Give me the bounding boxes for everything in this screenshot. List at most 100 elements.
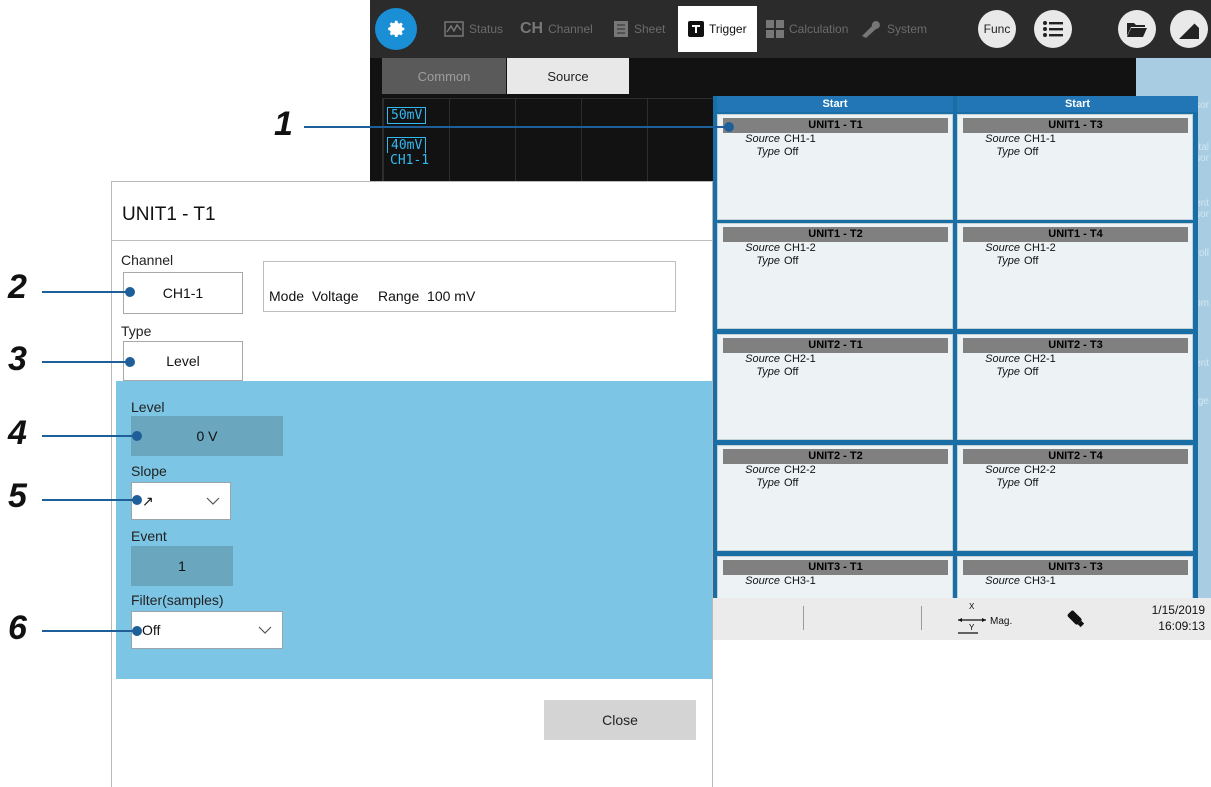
tab-system[interactable]: System	[860, 6, 927, 52]
filter-value: Off	[142, 622, 161, 638]
callout-number-5: 5	[8, 477, 27, 515]
cell-title: UNIT2 - T4	[963, 449, 1188, 464]
source-key: Source	[745, 575, 780, 587]
source-value: CH1-1	[784, 133, 816, 145]
slope-value: ↗	[142, 492, 154, 509]
waveform-area: 50mV 40mV CH1-1	[382, 98, 722, 183]
settings-button[interactable]	[375, 8, 417, 50]
type-key: Type	[996, 146, 1020, 158]
level-settings-panel: Level 0 V Slope ↗ Event 1 Filter(samples…	[116, 381, 712, 679]
source-key: Source	[985, 133, 1020, 145]
source-value: CH1-2	[784, 242, 816, 254]
source-key: Source	[985, 242, 1020, 254]
type-value: Off	[1024, 146, 1039, 158]
callout-line-4	[42, 435, 138, 437]
source-value: CH2-1	[784, 353, 816, 365]
status-bar: X Y Mag. 1/15/2019 16:09:13	[713, 598, 1211, 640]
trigger-cell[interactable]: UNIT3 - T1 Source CH3-1	[717, 556, 953, 598]
fullscreen-button[interactable]	[1170, 10, 1208, 48]
subtab-source[interactable]: Source	[507, 58, 629, 94]
tab-channel-label: Channel	[548, 22, 593, 36]
tab-calculation-label: Calculation	[789, 22, 849, 36]
tab-sheet-label: Sheet	[634, 22, 666, 36]
tab-system-label: System	[887, 22, 928, 36]
type-key: Type	[756, 146, 780, 158]
scale-label-top: 50mV	[387, 107, 427, 124]
event-value-field[interactable]: 1	[131, 546, 233, 586]
list-menu-button[interactable]	[1034, 10, 1072, 48]
source-value: CH1-1	[1024, 133, 1056, 145]
expand-icon	[1179, 19, 1199, 39]
close-button[interactable]: Close	[544, 700, 696, 740]
dialog-title: UNIT1 - T1	[122, 204, 216, 225]
cell-title: UNIT1 - T4	[963, 227, 1188, 242]
callout-dot-4	[132, 431, 142, 441]
trigger-cell[interactable]: UNIT2 - T1 Source CH2-1 Type Off	[717, 334, 953, 440]
status-date: 1/15/2019	[1151, 603, 1205, 617]
slope-label: Slope	[131, 463, 167, 479]
type-key: Type	[996, 366, 1020, 378]
tab-status-label: Status	[469, 22, 504, 36]
column-header-start-right: Start	[957, 96, 1198, 112]
func-button[interactable]: Func	[978, 10, 1016, 48]
range-value: 100 mV	[427, 288, 476, 304]
chevron-down-icon	[258, 626, 272, 634]
trigger-cell[interactable]: UNIT1 - T4 Source CH1-2 Type Off	[957, 223, 1193, 329]
callout-line-6	[42, 630, 138, 632]
type-value: Off	[784, 366, 799, 378]
source-key: Source	[745, 133, 780, 145]
callout-number-4: 4	[8, 414, 27, 452]
mag-x-label: X	[969, 602, 975, 611]
tab-status[interactable]: Status	[444, 6, 503, 52]
cell-title: UNIT3 - T1	[723, 560, 948, 575]
source-value: CH3-1	[1024, 575, 1056, 587]
trigger-cell[interactable]: UNIT1 - T1 Source CH1-1 Type Off	[717, 114, 953, 220]
trigger-cell[interactable]: UNIT2 - T4 Source CH2-2 Type Off	[957, 445, 1193, 551]
source-value: CH2-2	[1024, 464, 1056, 476]
mode-value: Voltage	[311, 288, 359, 304]
magnification-indicator[interactable]: X Y Mag.	[956, 602, 1026, 634]
channel-button[interactable]: CH1-1	[123, 272, 243, 314]
source-key: Source	[745, 353, 780, 365]
mag-label: Mag.	[990, 616, 1013, 627]
trigger-cell[interactable]: UNIT3 - T3 Source CH3-1	[957, 556, 1193, 598]
source-value: CH2-2	[784, 464, 816, 476]
subtab-common[interactable]: Common	[382, 58, 506, 94]
source-value: CH2-1	[1024, 353, 1056, 365]
trigger-source-grid: Start Start UNIT1 - T1 Source CH1-1 Type O…	[713, 96, 1198, 598]
tab-calculation[interactable]: Calculation	[766, 6, 848, 52]
trigger-icon	[688, 21, 704, 37]
slope-select[interactable]: ↗	[131, 482, 231, 520]
open-folder-button[interactable]	[1118, 10, 1156, 48]
source-key: Source	[985, 464, 1020, 476]
trigger-cell[interactable]: UNIT2 - T3 Source CH2-1 Type Off	[957, 334, 1193, 440]
usb-drive-icon	[1067, 610, 1085, 628]
filter-select[interactable]: Off	[131, 611, 283, 649]
trigger-cell[interactable]: UNIT1 - T2 Source CH1-2 Type Off	[717, 223, 953, 329]
source-value: CH1-2	[1024, 242, 1056, 254]
level-value-field[interactable]: 0 V	[131, 416, 283, 456]
type-value: Off	[1024, 366, 1039, 378]
cell-title: UNIT1 - T2	[723, 227, 948, 242]
folder-icon	[1127, 23, 1147, 37]
tab-channel[interactable]: CH Channel	[520, 6, 593, 52]
cell-title: UNIT1 - T1	[723, 118, 948, 133]
calculator-icon	[766, 20, 784, 38]
cell-title: UNIT3 - T3	[963, 560, 1188, 575]
source-key: Source	[985, 575, 1020, 587]
tab-sheet[interactable]: Sheet	[613, 6, 665, 52]
type-button[interactable]: Level	[123, 341, 243, 381]
column-header-start-left: Start	[717, 96, 953, 112]
tab-trigger[interactable]: Trigger	[678, 6, 757, 52]
type-key: Type	[756, 477, 780, 489]
sheet-icon	[614, 21, 628, 37]
trigger-cell[interactable]: UNIT2 - T2 Source CH2-2 Type Off	[717, 445, 953, 551]
callout-dot-6	[132, 626, 142, 636]
callout-line-5	[42, 499, 138, 501]
title-divider	[112, 240, 712, 241]
channel-trace-label: CH1-1	[387, 153, 433, 168]
mag-y-label: Y	[969, 623, 975, 632]
trigger-cell[interactable]: UNIT1 - T3 Source CH1-1 Type Off	[957, 114, 1193, 220]
type-key: Type	[756, 255, 780, 267]
cell-title: UNIT1 - T3	[963, 118, 1188, 133]
